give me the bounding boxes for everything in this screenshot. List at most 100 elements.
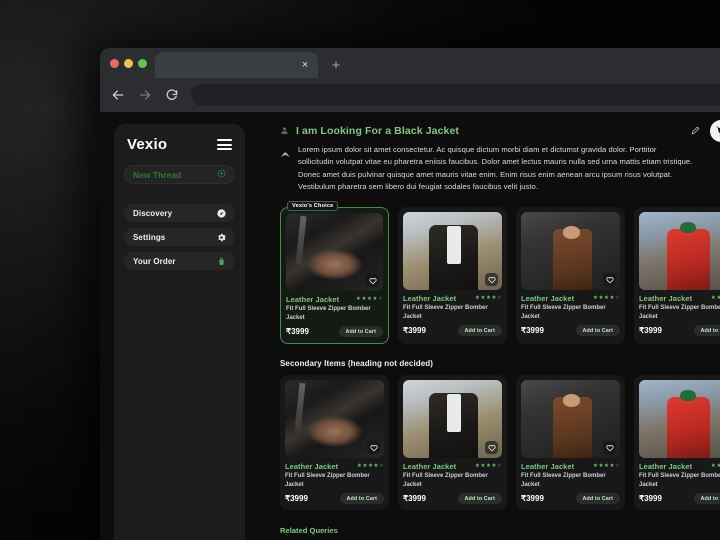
product-card[interactable]: Leather Jacket ★★★★★ Fit Full Sleeve Zippe… [398, 207, 507, 345]
product-card[interactable]: Leather Jacket ★★★★★ Fit Full Sleeve Zippe… [516, 375, 625, 511]
sidebar: Vexio New Thread Discovery Settings Your… [114, 124, 245, 540]
product-image [403, 380, 502, 459]
browser-window: × + Vexio New Thread Discovery Settings … [100, 48, 720, 540]
screen: × + Vexio New Thread Discovery Settings … [0, 0, 720, 540]
featured-section: Vexio's Choice Leather Jacket ★ ★ ★ ★ ★ Fit Fu… [280, 201, 720, 345]
vexio-logo-icon [280, 144, 291, 193]
rating-stars: ★★★★★ [474, 462, 502, 469]
heart-icon[interactable] [367, 441, 380, 455]
gear-icon [217, 233, 226, 242]
product-name: Leather Jacket [639, 294, 693, 304]
add-to-cart-button[interactable]: Add to Cart [693, 493, 720, 505]
product-image [285, 380, 384, 459]
add-to-cart-button[interactable]: Add to Cart [339, 493, 384, 505]
related-queries-heading: Related Queries [280, 526, 338, 536]
secondary-section-heading: Secondary Items (heading not decided) [280, 359, 434, 369]
product-description: Fit Full Sleeve Zipper Bomber Jacket [285, 473, 370, 488]
close-tab-icon[interactable]: × [298, 58, 312, 72]
heart-icon[interactable] [485, 441, 498, 455]
product-card[interactable]: Leather Jacket ★★★★★ Fit Full Sleeve Zippe… [634, 207, 720, 345]
sidebar-item-discovery[interactable]: Discovery [124, 204, 235, 222]
shopping-bag-icon [217, 257, 226, 266]
product-name: Leather Jacket [285, 462, 339, 472]
vexio-choice-badge: Vexio's Choice [287, 201, 339, 212]
close-window-button[interactable] [110, 58, 119, 68]
product-price: ₹3999 [521, 326, 544, 336]
product-description: Fit Full Sleeve Zipper Bomber Jacket [639, 473, 720, 488]
product-card[interactable]: Leather Jacket ★★★★★ Fit Full Sleeve Zippe… [398, 375, 507, 511]
main-content: I am Looking For a Black Jacket Lorem ip… [255, 112, 720, 540]
rating-stars: ★★★★★ [355, 295, 383, 302]
new-tab-button[interactable]: + [324, 52, 348, 78]
pencil-edit-icon[interactable] [691, 122, 700, 140]
add-to-cart-button[interactable]: Add to Cart [457, 325, 502, 337]
address-bar[interactable] [191, 84, 720, 106]
product-image [403, 212, 502, 291]
product-card[interactable]: Leather Jacket ★★★★★ Fit Full Sleeve Zippe… [280, 207, 389, 345]
maximize-window-button[interactable] [138, 58, 147, 68]
rating-stars: ★★★★★ [710, 462, 720, 469]
product-price: ₹3999 [285, 494, 308, 504]
add-to-cart-button[interactable]: Add to Cart [575, 493, 620, 505]
assistant-answer-text: Lorem ipsum dolor sit amet consectetur. … [298, 145, 693, 191]
new-thread-label: New Thread [133, 169, 182, 180]
assistant-answer-row: Lorem ipsum dolor sit amet consectetur. … [280, 144, 720, 193]
page-title: I am Looking For a Black Jacket [296, 125, 459, 137]
back-arrow-icon[interactable] [110, 87, 126, 103]
product-image [521, 380, 620, 459]
heart-icon[interactable] [485, 273, 498, 287]
product-image [521, 212, 620, 291]
product-name: Leather Jacket [403, 294, 457, 304]
sidebar-item-label: Your Order [133, 256, 176, 266]
heart-icon[interactable] [366, 274, 379, 288]
product-image [639, 212, 720, 291]
hamburger-menu-icon[interactable] [217, 138, 232, 151]
product-price: ₹3999 [639, 494, 662, 504]
product-description: Fit Full Sleeve Zipper Bomber Jacket [403, 473, 488, 488]
user-query-row: I am Looking For a Black Jacket [280, 122, 720, 140]
heart-icon[interactable] [603, 441, 616, 455]
add-to-cart-button[interactable]: Add to Cart [457, 493, 502, 505]
new-thread-button[interactable]: New Thread [124, 165, 235, 184]
browser-toolbar [100, 78, 720, 112]
compass-icon [217, 208, 226, 218]
secondary-product-grid: Leather Jacket ★ ★ ★ ★ ★ Fit Full Sleeve Zippe… [280, 375, 720, 511]
user-avatar-icon [280, 122, 289, 140]
product-price: ₹3999 [639, 326, 662, 336]
rating-stars: ★★★★★ [592, 294, 620, 301]
plus-circle-icon [217, 169, 226, 180]
sidebar-item-your-order[interactable]: Your Order [124, 252, 235, 270]
sidebar-item-settings[interactable]: Settings [124, 228, 235, 246]
rating-stars: ★★★★★ [710, 294, 720, 301]
product-name: Leather Jacket [639, 462, 693, 472]
heart-icon[interactable] [603, 273, 616, 287]
product-description: Fit Full Sleeve Zipper Bomber Jacket [521, 473, 606, 488]
featured-product-grid: Leather Jacket ★ ★ ★ ★ ★ Fit Full Sleeve Zippe… [280, 207, 720, 345]
sidebar-item-label: Discovery [133, 208, 173, 218]
sidebar-item-label: Settings [133, 232, 166, 242]
forward-arrow-icon[interactable] [137, 87, 153, 103]
product-description: Fit Full Sleeve Zipper Bomber Jacket [286, 306, 371, 321]
rating-stars: ★★★★★ [474, 294, 502, 301]
product-card[interactable]: Leather Jacket ★★★★★ Fit Full Sleeve Zippe… [280, 375, 389, 511]
product-image [639, 380, 720, 459]
product-price: ₹3999 [403, 326, 426, 336]
product-name: Leather Jacket [521, 294, 575, 304]
window-controls [108, 48, 155, 78]
add-to-cart-button[interactable]: Add to Cart [338, 326, 383, 338]
product-name: Leather Jacket [521, 462, 575, 472]
product-card[interactable]: Leather Jacket ★★★★★ Fit Full Sleeve Zippe… [516, 207, 625, 345]
product-description: Fit Full Sleeve Zipper Bomber Jacket [639, 305, 720, 320]
sidebar-nav: Discovery Settings Your Order [124, 204, 235, 270]
add-to-cart-button[interactable]: Add to Cart [575, 325, 620, 337]
product-name: Leather Jacket [286, 295, 340, 305]
browser-tab[interactable]: × [155, 52, 318, 78]
product-card[interactable]: Leather Jacket ★★★★★ Fit Full Sleeve Zippe… [634, 375, 720, 511]
reload-icon[interactable] [164, 87, 180, 103]
add-to-cart-button[interactable]: Add to Cart [693, 325, 720, 337]
app-viewport: Vexio New Thread Discovery Settings Your… [100, 112, 720, 540]
product-name: Leather Jacket [403, 462, 457, 472]
minimize-window-button[interactable] [124, 58, 133, 68]
product-price: ₹3999 [403, 494, 426, 504]
product-description: Fit Full Sleeve Zipper Bomber Jacket [521, 305, 606, 320]
